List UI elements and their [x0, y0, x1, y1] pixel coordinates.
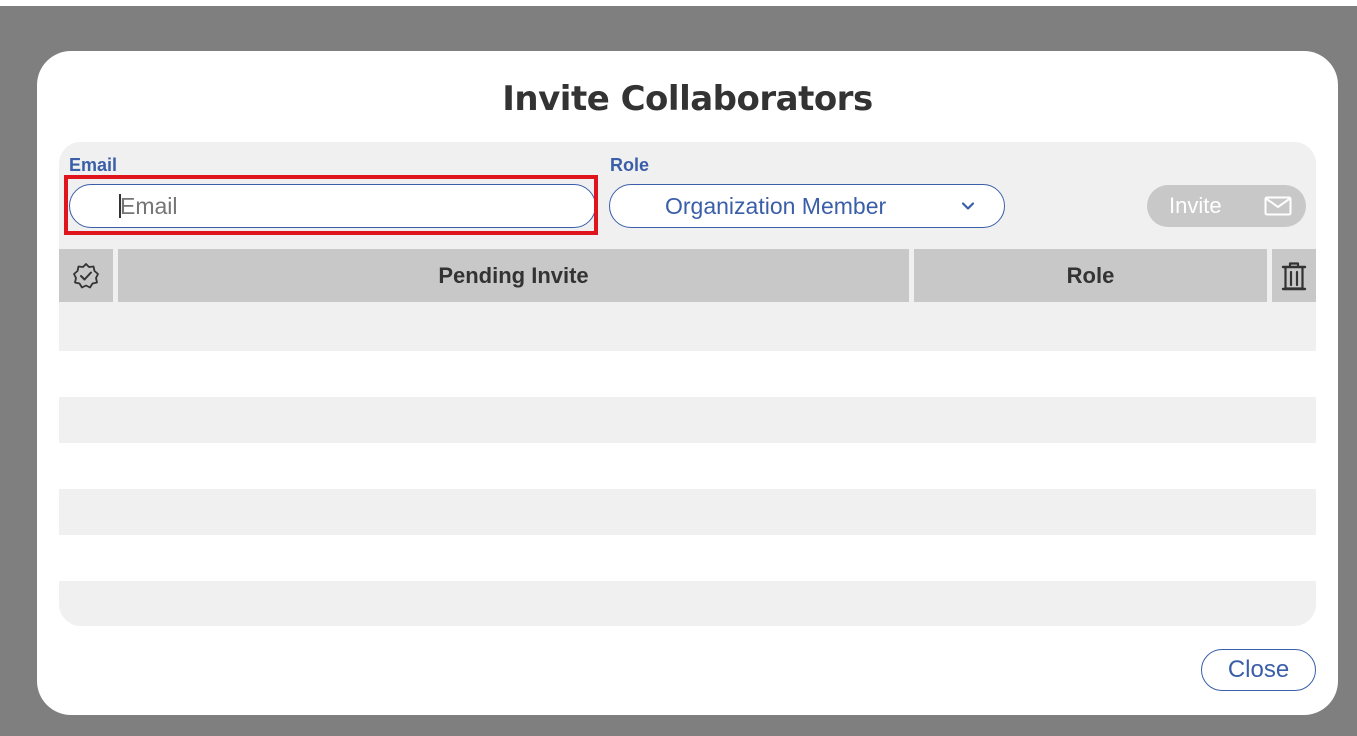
table-row	[59, 489, 1316, 535]
delete-column[interactable]	[1272, 249, 1316, 302]
invite-button-label: Invite	[1169, 193, 1222, 218]
invite-collaborators-dialog: Invite Collaborators Email Role Organiza…	[37, 51, 1338, 715]
table-row	[59, 443, 1316, 489]
invite-panel: Email Role Organization Member Invite	[59, 142, 1316, 626]
invite-form: Email Role Organization Member Invite	[59, 142, 1316, 246]
role-select[interactable]: Organization Member	[609, 184, 1005, 228]
invite-button[interactable]: Invite	[1147, 185, 1306, 227]
pending-invite-column-header: Pending Invite	[118, 249, 909, 302]
select-all-column[interactable]	[59, 249, 113, 302]
trash-icon	[1281, 261, 1307, 290]
close-button[interactable]: Close	[1201, 649, 1316, 691]
invites-table-header: Pending Invite Role	[59, 249, 1316, 302]
envelope-icon	[1264, 196, 1292, 216]
role-column-header: Role	[914, 249, 1267, 302]
table-row	[59, 351, 1316, 397]
table-row	[59, 535, 1316, 581]
badge-check-icon	[73, 262, 99, 288]
dialog-title: Invite Collaborators	[502, 79, 873, 119]
email-input-highlight	[64, 175, 598, 235]
role-select-value: Organization Member	[665, 192, 887, 219]
role-label: Role	[610, 155, 650, 175]
table-row	[59, 305, 1316, 351]
top-strip	[0, 0, 1357, 6]
table-row	[59, 397, 1316, 443]
chevron-down-icon	[961, 202, 975, 210]
table-row	[59, 581, 1316, 626]
email-label: Email	[69, 155, 118, 175]
